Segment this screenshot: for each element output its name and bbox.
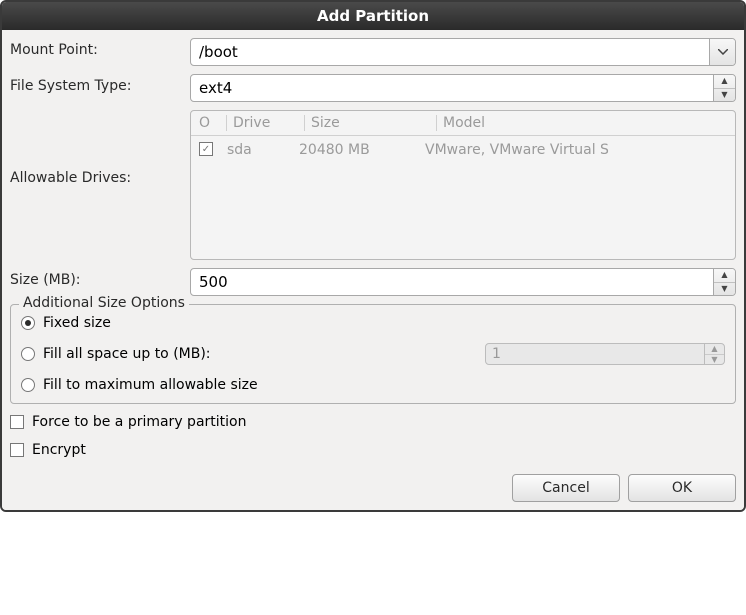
chevron-down-icon[interactable]: ▼: [714, 282, 735, 296]
drive-row[interactable]: ✓ sda 20480 MB VMware, VMware Virtual S: [191, 136, 735, 164]
legend-additional-size: Additional Size Options: [19, 295, 189, 311]
size-input[interactable]: [191, 269, 713, 295]
radio-fixed-size[interactable]: Fixed size: [21, 315, 725, 331]
fill-up-to-value: 1: [486, 344, 704, 364]
header-drive: Drive: [233, 115, 305, 131]
chevron-down-icon: [718, 49, 728, 55]
add-partition-dialog: Add Partition Mount Point: File System T…: [0, 0, 746, 512]
drives-headers: O Drive Size Model: [191, 111, 735, 136]
header-check: O: [199, 115, 227, 131]
radio-icon: [21, 316, 35, 330]
drive-model: VMware, VMware Virtual S: [425, 142, 727, 158]
drive-name: sda: [227, 142, 299, 158]
chevron-up-icon[interactable]: ▲: [714, 269, 735, 282]
label-mount-point: Mount Point:: [10, 38, 190, 58]
radio-label: Fixed size: [43, 315, 111, 331]
header-model: Model: [443, 115, 727, 131]
row-fs-type: File System Type: ▲ ▼: [10, 74, 736, 102]
row-mount-point: Mount Point:: [10, 38, 736, 66]
ok-button[interactable]: OK: [628, 474, 736, 502]
radio-label: Fill to maximum allowable size: [43, 377, 258, 393]
radio-label: Fill all space up to (MB):: [43, 346, 211, 362]
radio-icon: [21, 347, 35, 361]
checkbox-icon: [10, 415, 24, 429]
bottom-checks: Force to be a primary partition Encrypt: [10, 414, 736, 458]
fs-type-spin-buttons[interactable]: ▲ ▼: [713, 75, 735, 101]
mount-point-dropdown-button[interactable]: [709, 39, 735, 65]
dialog-title: Add Partition: [2, 2, 744, 30]
chevron-up-icon: ▲: [705, 344, 724, 354]
fs-type-combo[interactable]: ▲ ▼: [190, 74, 736, 102]
mount-point-combo[interactable]: [190, 38, 736, 66]
radio-icon: [21, 378, 35, 392]
mount-point-input[interactable]: [191, 39, 709, 65]
chevron-down-icon[interactable]: ▼: [714, 88, 735, 102]
cancel-button[interactable]: Cancel: [512, 474, 620, 502]
drive-size: 20480 MB: [299, 142, 425, 158]
dialog-content: Mount Point: File System Type: ▲ ▼: [2, 30, 744, 510]
label-size: Size (MB):: [10, 268, 190, 288]
label-fs-type: File System Type:: [10, 74, 190, 94]
chevron-up-icon[interactable]: ▲: [714, 75, 735, 88]
allowable-drives-list[interactable]: O Drive Size Model ✓ sda 20480 MB VMware…: [190, 110, 736, 260]
button-bar: Cancel OK: [10, 474, 736, 502]
size-spin-buttons[interactable]: ▲ ▼: [713, 269, 735, 295]
additional-size-options: Additional Size Options Fixed size Fill …: [10, 304, 736, 404]
radio-fill-max[interactable]: Fill to maximum allowable size: [21, 377, 725, 393]
label-allowable-drives: Allowable Drives:: [10, 110, 190, 186]
checkbox-icon: [10, 443, 24, 457]
row-allowable-drives: Allowable Drives: O Drive Size Model ✓ s…: [10, 110, 736, 260]
fs-type-input[interactable]: [191, 75, 713, 101]
radio-fill-up-to[interactable]: Fill all space up to (MB): 1 ▲ ▼: [21, 343, 725, 365]
header-size: Size: [311, 115, 437, 131]
fill-up-to-spinbox: 1 ▲ ▼: [485, 343, 725, 365]
row-size: Size (MB): ▲ ▼: [10, 268, 736, 296]
checkbox-encrypt[interactable]: Encrypt: [10, 442, 736, 458]
size-spinbox[interactable]: ▲ ▼: [190, 268, 736, 296]
checkbox-label: Force to be a primary partition: [32, 414, 246, 430]
checkbox-force-primary[interactable]: Force to be a primary partition: [10, 414, 736, 430]
checkbox-label: Encrypt: [32, 442, 86, 458]
fill-up-to-spin-buttons: ▲ ▼: [704, 344, 724, 364]
drive-checkbox[interactable]: ✓: [199, 142, 213, 156]
chevron-down-icon: ▼: [705, 354, 724, 365]
